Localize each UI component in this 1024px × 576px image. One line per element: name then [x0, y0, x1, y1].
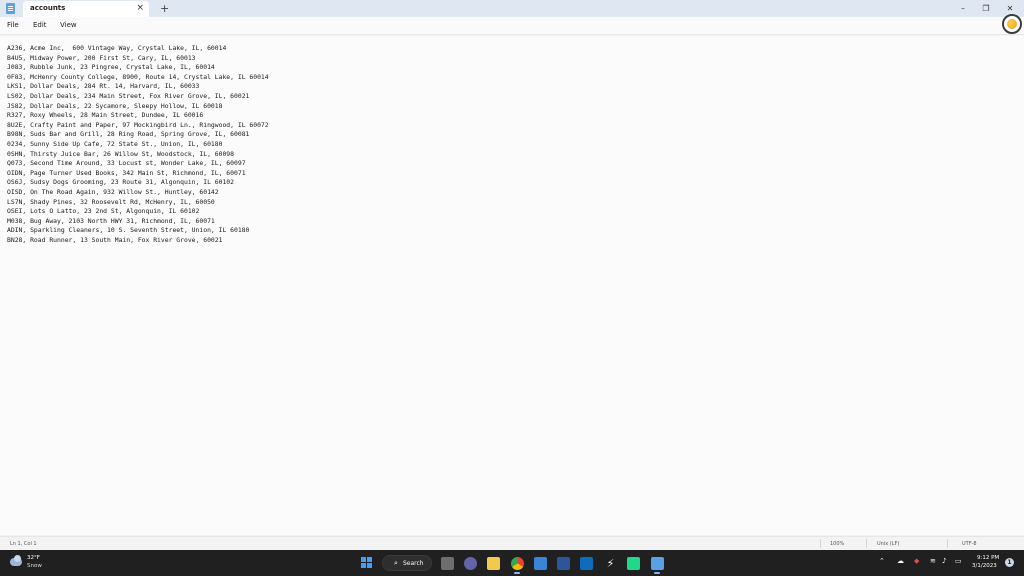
search-label: Search: [403, 560, 424, 567]
status-bar: Ln 1, Col 1 100% Unix (LF) UTF-8: [0, 536, 1024, 550]
encoding[interactable]: UTF-8: [962, 541, 977, 547]
text-line[interactable]: M038, Bug Away, 2103 North HWY 31, Richm…: [7, 217, 269, 227]
word-icon[interactable]: [557, 557, 570, 570]
zoom-level[interactable]: 100%: [830, 541, 844, 547]
text-line[interactable]: OS6J, Sudsy Dogs Grooming, 23 Route 31, …: [7, 178, 269, 188]
text-line[interactable]: ADIN, Sparkling Cleaners, 10 S. Seventh …: [7, 226, 269, 236]
taskbar-search[interactable]: ⌕ Search: [382, 555, 432, 571]
notepad-window: accounts × + – ❐ ✕ File Edit View A236, …: [0, 0, 1024, 576]
file-explorer-icon[interactable]: [487, 557, 500, 570]
text-line[interactable]: OISD, On The Road Again, 932 Willow St.,…: [7, 188, 269, 198]
title-bar: accounts × + – ❐ ✕: [0, 0, 1024, 17]
text-line[interactable]: A236, Acme Inc, 600 Vintage Way, Crystal…: [7, 44, 269, 54]
taskbar: 32°F Snow ⌕ Search ⚡ ⌃ ☁ ◆ ≋ ♪ ▭ 9:12 PM…: [0, 550, 1024, 576]
text-line[interactable]: 0F83, McHenry County College, 8900, Rout…: [7, 73, 269, 83]
volume-icon[interactable]: ♪: [942, 557, 946, 565]
chrome-icon[interactable]: [511, 557, 524, 570]
status-divider: [866, 539, 867, 548]
text-line[interactable]: JS82, Dollar Deals, 22 Sycamore, Sleepy …: [7, 102, 269, 112]
menu-view[interactable]: View: [60, 21, 77, 29]
status-divider: [947, 539, 948, 548]
status-divider: [820, 539, 821, 548]
tab-title: accounts: [30, 4, 66, 12]
text-line[interactable]: B98N, Suds Bar and Grill, 28 Ring Road, …: [7, 130, 269, 140]
text-line[interactable]: LS7N, Shady Pines, 32 Roosevelt Rd, McHe…: [7, 198, 269, 208]
tab-accounts[interactable]: accounts ×: [23, 1, 149, 17]
terminal-icon[interactable]: ⚡: [604, 557, 617, 570]
document-text[interactable]: A236, Acme Inc, 600 Vintage Way, Crystal…: [7, 44, 269, 245]
maximize-button[interactable]: ❐: [973, 0, 999, 17]
notepad-taskbar-icon[interactable]: [651, 557, 664, 570]
tab-close-button[interactable]: ×: [136, 2, 144, 14]
onedrive-icon[interactable]: ☁: [897, 557, 904, 565]
text-line[interactable]: LKS1, Dollar Deals, 284 Rt. 14, Harvard,…: [7, 82, 269, 92]
notepad-active-indicator: [654, 572, 660, 574]
mail-icon[interactable]: [580, 557, 593, 570]
cursor-position: Ln 1, Col 1: [10, 541, 37, 547]
clock-time[interactable]: 9:12 PM: [977, 555, 999, 561]
text-line[interactable]: 0234, Sunny Side Up Cafe, 72 State St., …: [7, 140, 269, 150]
text-line[interactable]: B4U5, Midway Power, 200 First St, Cary, …: [7, 54, 269, 64]
pycharm-icon[interactable]: [627, 557, 640, 570]
show-hidden-icons-icon[interactable]: ⌃: [879, 557, 885, 565]
line-ending[interactable]: Unix (LF): [877, 541, 899, 547]
text-line[interactable]: LS02, Dollar Deals, 234 Main Street, Fox…: [7, 92, 269, 102]
store-icon[interactable]: [534, 557, 547, 570]
weather-temperature[interactable]: 32°F: [27, 555, 40, 561]
text-line[interactable]: 0SHN, Thirsty Juice Bar, 26 Willow St, W…: [7, 150, 269, 160]
new-tab-button[interactable]: +: [160, 0, 169, 17]
text-line[interactable]: BN28, Road Runner, 13 South Main, Fox Ri…: [7, 236, 269, 246]
menu-file[interactable]: File: [7, 21, 19, 29]
text-line[interactable]: OSEI, Lots O Latto, 23 2nd St, Algonquin…: [7, 207, 269, 217]
battery-icon[interactable]: ▭: [955, 557, 962, 565]
clock-date[interactable]: 3/1/2023: [972, 563, 997, 569]
wifi-icon[interactable]: ≋: [930, 557, 936, 565]
security-icon[interactable]: ◆: [914, 557, 919, 565]
notepad-icon: [6, 3, 15, 14]
text-line[interactable]: R327, Roxy Wheels, 28 Main Street, Dunde…: [7, 111, 269, 121]
chrome-active-indicator: [514, 572, 520, 574]
weather-condition[interactable]: Snow: [27, 563, 42, 569]
notification-badge[interactable]: 1: [1005, 558, 1014, 567]
text-editor[interactable]: A236, Acme Inc, 600 Vintage Way, Crystal…: [0, 36, 1024, 535]
search-icon: ⌕: [394, 559, 398, 567]
menu-edit[interactable]: Edit: [33, 21, 47, 29]
text-line[interactable]: Q073, Second Time Around, 33 Locust st, …: [7, 159, 269, 169]
text-line[interactable]: J083, Rubble Junk, 23 Pingree, Crystal L…: [7, 63, 269, 73]
copilot-icon[interactable]: [1002, 14, 1022, 34]
text-line[interactable]: 8U2E, Crafty Paint and Paper, 97 Mocking…: [7, 121, 269, 131]
start-button[interactable]: [361, 557, 373, 569]
menu-bar: File Edit View: [0, 17, 1024, 35]
text-line[interactable]: OIDN, Page Turner Used Books, 342 Main S…: [7, 169, 269, 179]
chat-icon[interactable]: [464, 557, 477, 570]
weather-snow-icon[interactable]: [10, 555, 22, 566]
task-view-icon[interactable]: [441, 557, 454, 570]
